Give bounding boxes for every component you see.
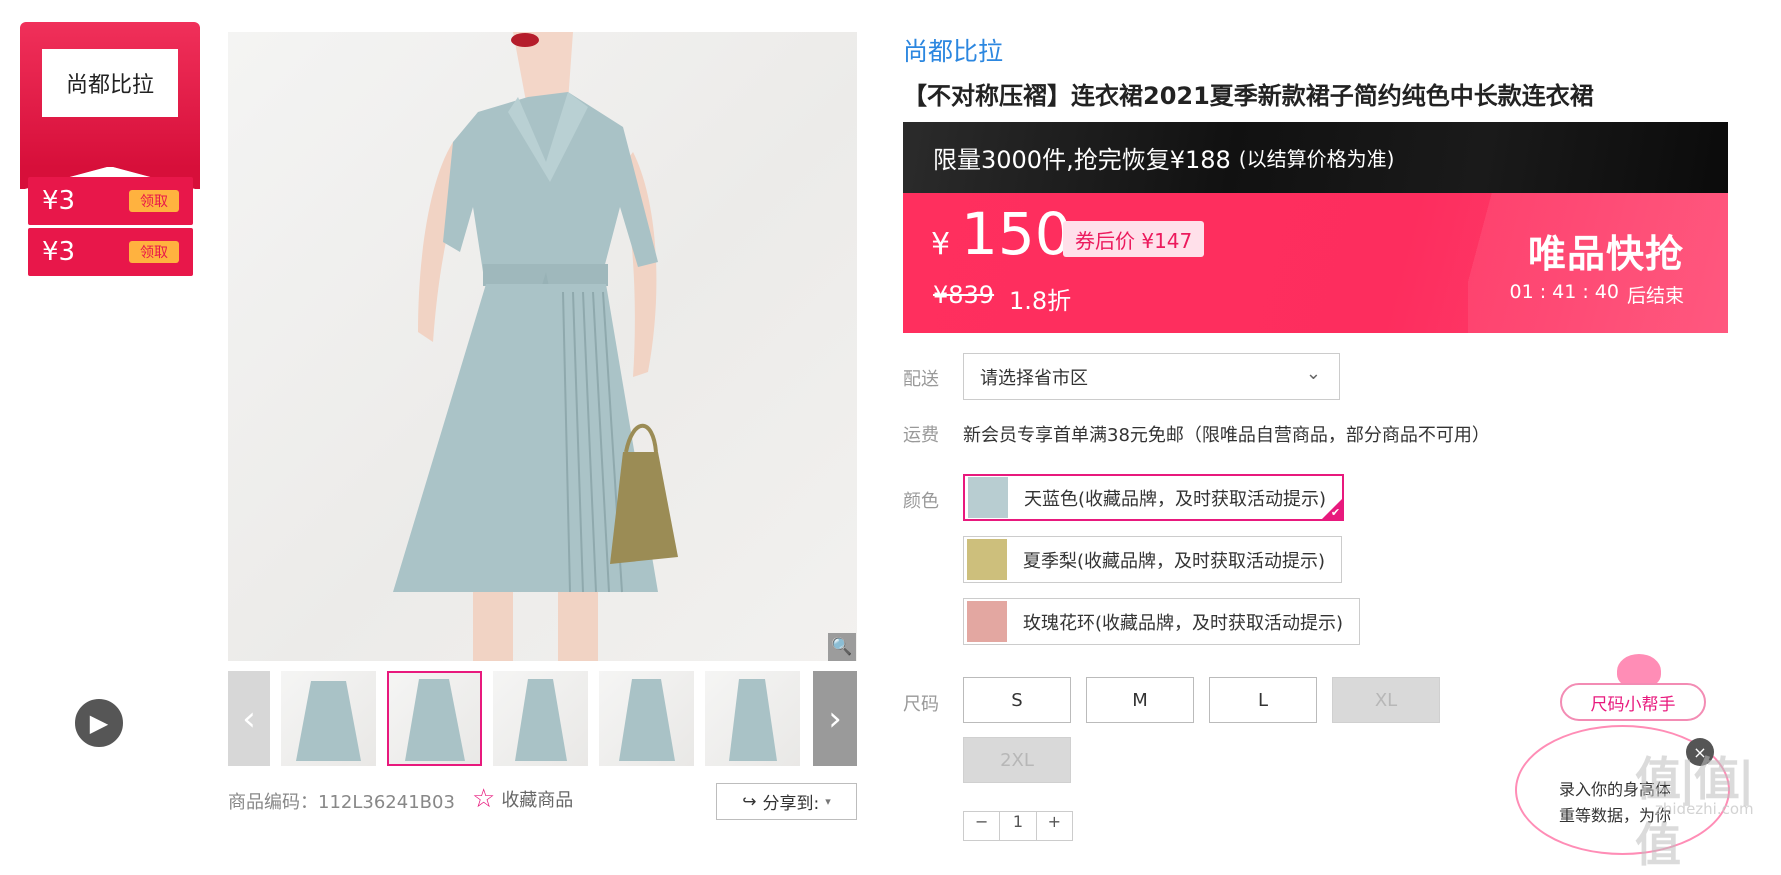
flash-sale-logo: 唯品快抢	[1527, 232, 1684, 276]
play-icon[interactable]: ▶	[73, 697, 125, 749]
checkmark-icon: ✔	[1330, 506, 1341, 519]
claim-coupon-button[interactable]: 领取	[129, 241, 179, 263]
color-swatch	[968, 477, 1008, 518]
region-select[interactable]: 请选择省市区 ⌄	[963, 353, 1340, 400]
color-option-sky-blue[interactable]: 天蓝色(收藏品牌，及时获取活动提示) ✔	[963, 474, 1345, 521]
size-helper-button[interactable]: 尺码小帮手	[1560, 683, 1706, 721]
color-option-label: 天蓝色(收藏品牌，及时获取活动提示)	[1024, 488, 1327, 510]
price-panel: ¥ 150 券后价 ¥147 ¥839 1.8折 唯品快抢 01 : 41 : …	[903, 193, 1728, 333]
thumbnail[interactable]	[599, 671, 694, 766]
promo-text: 限量3000件,抢完恢复¥188	[933, 146, 1231, 174]
color-option-label: 夏季梨(收藏品牌，及时获取活动提示)	[1023, 550, 1326, 572]
brand-coupon-card: 尚都比拉	[20, 22, 200, 189]
coupon-divider	[28, 225, 193, 227]
chevron-down-icon: ⌄	[1305, 363, 1321, 384]
sku-info: 商品编码：112L36241B03	[228, 788, 455, 814]
color-label: 颜色	[903, 491, 939, 512]
size-option-l[interactable]: L	[1209, 677, 1317, 723]
size-option-m[interactable]: M	[1086, 677, 1194, 723]
color-option-summer-pear[interactable]: 夏季梨(收藏品牌，及时获取活动提示)	[963, 536, 1343, 583]
delivery-label: 配送	[903, 369, 939, 390]
zoom-icon[interactable]: 🔍	[828, 633, 856, 661]
quantity-stepper[interactable]: − 1 +	[963, 811, 1073, 841]
coupon-amount: ¥3	[42, 186, 76, 216]
quantity-value[interactable]: 1	[1000, 812, 1037, 840]
countdown-suffix: 后结束	[1626, 285, 1684, 307]
minus-icon[interactable]: −	[964, 812, 1001, 840]
thumbnail[interactable]	[705, 671, 800, 766]
region-select-value: 请选择省市区	[980, 367, 1088, 389]
share-icon: ↪	[742, 791, 757, 812]
countdown: 01 : 41 : 40 后结束	[1509, 281, 1684, 308]
current-price: 150	[961, 200, 1072, 268]
thumbnail-image	[729, 679, 777, 761]
thumbnail-image	[515, 679, 567, 761]
share-button[interactable]: ↪ 分享到: ▾	[716, 783, 857, 820]
thumb-next-arrow[interactable]: ›	[813, 671, 857, 766]
discount-rate: 1.8折	[1009, 287, 1072, 315]
shipping-label: 运费	[903, 425, 939, 446]
coupon-item: ¥3 领取	[28, 177, 193, 225]
thumbnail-image	[296, 681, 361, 761]
after-coupon-price: 券后价 ¥147	[1063, 221, 1205, 257]
coupon-amount: ¥3	[42, 237, 76, 267]
thumbnail-image	[619, 679, 675, 761]
thumbnail-video[interactable]	[281, 671, 376, 766]
dress-illustration	[393, 32, 678, 661]
color-option-label: 玫瑰花环(收藏品牌，及时获取活动提示)	[1023, 612, 1344, 634]
size-option-2xl[interactable]: 2XL	[963, 737, 1071, 783]
size-option-xl[interactable]: XL	[1332, 677, 1440, 723]
promo-note: (以结算价格为准)	[1238, 147, 1395, 171]
caret-down-icon: ▾	[825, 795, 831, 808]
thumbnail-active[interactable]	[387, 671, 482, 766]
main-product-image[interactable]	[228, 32, 857, 661]
original-price: ¥839	[933, 281, 995, 309]
currency-symbol: ¥	[931, 227, 951, 262]
thumbnail[interactable]	[493, 671, 588, 766]
brand-logo[interactable]: 尚都比拉	[42, 49, 178, 117]
thumb-prev-arrow[interactable]: ‹	[228, 671, 270, 766]
color-option-rose-wreath[interactable]: 玫瑰花环(收藏品牌，及时获取活动提示)	[963, 598, 1361, 645]
shipping-text: 新会员专享首单满38元免邮（限唯品自营商品，部分商品不可用）	[963, 425, 1490, 446]
watermark-url: zhidezhi.com	[1655, 800, 1754, 818]
favorite-button[interactable]: ☆ 收藏商品	[472, 786, 573, 812]
product-title: 【不对称压褶】连衣裙2021夏季新款裙子简约纯色中长款连衣裙	[903, 82, 1594, 110]
coupon-item: ¥3 领取	[28, 228, 193, 276]
thumbnail-image	[405, 679, 465, 761]
share-label: 分享到:	[762, 794, 820, 814]
size-option-s[interactable]: S	[963, 677, 1071, 723]
star-icon: ☆	[472, 784, 496, 814]
countdown-timer: 01 : 41 : 40	[1509, 281, 1619, 303]
color-swatch	[967, 539, 1007, 580]
sku-label: 商品编码：	[228, 792, 318, 813]
size-label: 尺码	[903, 694, 939, 715]
brand-link[interactable]: 尚都比拉	[903, 32, 1003, 68]
sku-value: 112L36241B03	[318, 792, 455, 813]
claim-coupon-button[interactable]: 领取	[129, 190, 179, 212]
promo-banner: 限量3000件,抢完恢复¥188 (以结算价格为准)	[903, 122, 1728, 193]
favorite-label: 收藏商品	[501, 790, 574, 811]
plus-icon[interactable]: +	[1037, 812, 1072, 840]
color-swatch	[967, 601, 1007, 642]
